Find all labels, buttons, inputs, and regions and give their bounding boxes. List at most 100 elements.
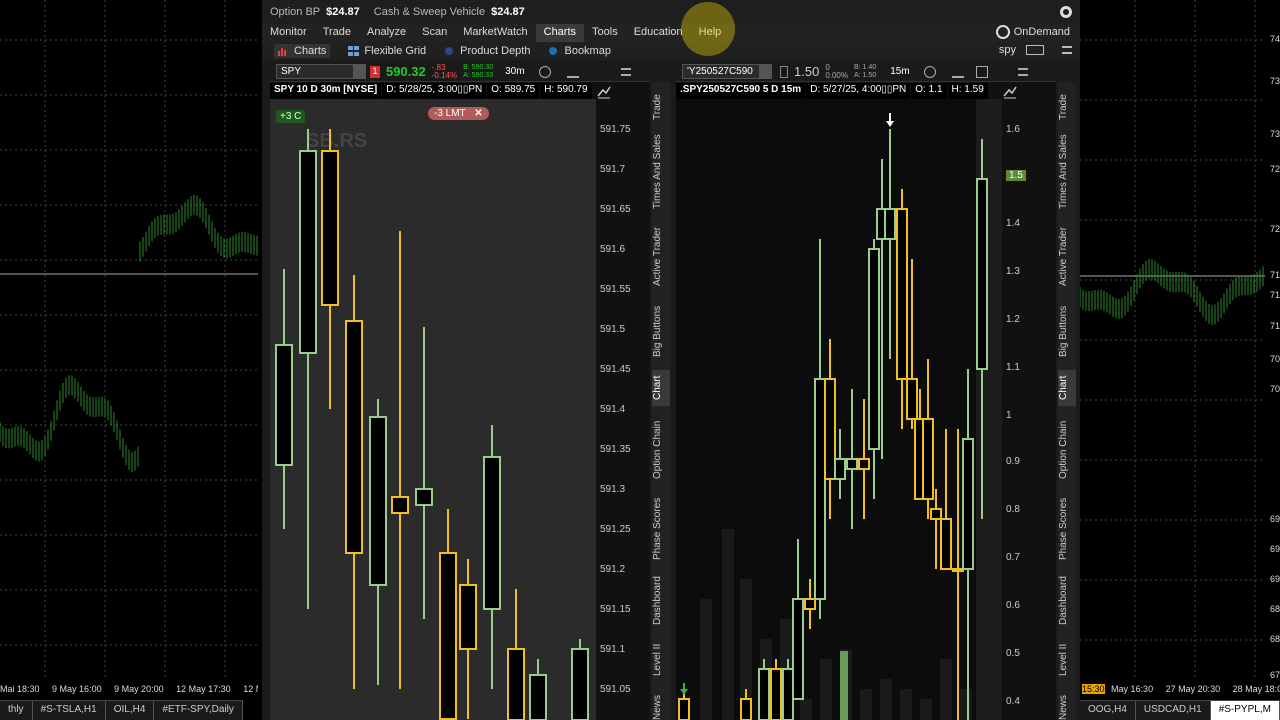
position-badge[interactable]: +3 C <box>276 110 306 123</box>
ondemand-button[interactable]: OnDemand <box>995 25 1070 39</box>
style-icon[interactable] <box>923 65 936 78</box>
side-tab-chart[interactable]: Chart <box>652 370 670 406</box>
symbol-text: 'Y250527C590 <box>687 66 753 77</box>
subtab-flexible-grid[interactable]: Flexible Grid <box>348 45 426 57</box>
volume-bar <box>800 699 812 720</box>
left-interval[interactable]: 30m <box>505 66 524 77</box>
chevron-down-icon[interactable] <box>759 65 771 78</box>
side-tab-phase-scores[interactable]: Phase Scores <box>1058 494 1076 564</box>
price-label: 591.35 <box>600 444 631 455</box>
side-tab-option-chain[interactable]: Option Chain <box>652 414 670 486</box>
left-symbol-selector[interactable]: SPY <box>276 64 366 79</box>
workspace-symbol[interactable]: spy <box>999 44 1016 56</box>
subnav-right-tools: spy <box>999 44 1072 56</box>
side-tab-times-and-sales[interactable]: Times And Sales <box>1058 132 1076 212</box>
menu-icon[interactable] <box>620 67 631 76</box>
chart-tab[interactable]: USDCAD,H1 <box>1136 701 1211 720</box>
bar-high: H: 1.59 <box>947 83 988 99</box>
nav-monitor[interactable]: Monitor <box>262 24 315 42</box>
nav-scan[interactable]: Scan <box>414 24 455 42</box>
left-ask: A: 590.33 <box>463 71 494 79</box>
side-tab-dashboard[interactable]: Dashboard <box>652 572 670 630</box>
chart-tab[interactable]: #ETF-SPY,Daily <box>154 701 243 720</box>
volume-bar <box>900 689 912 720</box>
subtab-charts[interactable]: Charts <box>274 44 331 58</box>
side-tab-chart[interactable]: Chart <box>1058 370 1076 406</box>
close-icon[interactable]: ✕ <box>474 108 482 119</box>
drawing-icon[interactable] <box>566 66 579 78</box>
price-label: 591.55 <box>600 284 631 295</box>
right-price-axis: 1.6 1.5 1.4 1.3 1.2 1.1 1 0.9 0.8 0.7 0.… <box>1002 100 1052 720</box>
side-tab-option-chain[interactable]: Option Chain <box>1058 414 1076 486</box>
side-tab-active-trader[interactable]: Active Trader <box>1058 222 1076 292</box>
subtab-bookmap[interactable]: Bookmap <box>548 45 611 57</box>
right-chart-info: .SPY250527C590 5 D 15m D: 5/27/25, 4:00▯… <box>676 83 989 99</box>
candle-body <box>439 552 457 720</box>
side-tab-level-ii[interactable]: Level II <box>1058 638 1076 682</box>
side-tab-news[interactable]: News <box>1058 690 1076 720</box>
lock-icon[interactable] <box>780 65 788 78</box>
right-interval[interactable]: 15m <box>890 66 909 77</box>
side-tab-news[interactable]: News <box>652 690 670 720</box>
bookmap-icon <box>549 47 558 55</box>
nav-analyze[interactable]: Analyze <box>359 24 414 42</box>
side-tab-dashboard[interactable]: Dashboard <box>1058 572 1076 630</box>
candle-body <box>507 648 525 720</box>
chart-tool-icon[interactable] <box>1002 84 1018 100</box>
price-label: 0.6 <box>1006 600 1020 611</box>
price-label: 68 <box>1269 634 1280 644</box>
mt4-left-grid <box>0 0 258 680</box>
studies-icon[interactable] <box>975 65 988 78</box>
link-icon[interactable]: 1 <box>370 65 380 78</box>
candle-body <box>740 698 752 720</box>
order-badge[interactable]: -3 LMT ✕ <box>428 107 489 120</box>
side-tab-active-trader[interactable]: Active Trader <box>652 222 670 292</box>
time-label: 28 May 18:00 <box>1232 684 1280 694</box>
nav-tools[interactable]: Tools <box>584 24 626 42</box>
volume-bar <box>860 689 872 720</box>
nav-marketwatch[interactable]: MarketWatch <box>455 24 535 42</box>
menu-icon[interactable] <box>1017 67 1028 76</box>
drawing-icon[interactable] <box>951 66 964 78</box>
gear-icon[interactable] <box>1060 6 1072 18</box>
right-symbol-selector[interactable]: 'Y250527C590 <box>682 64 772 79</box>
nav-charts[interactable]: Charts <box>535 24 585 42</box>
subtab-label: Flexible Grid <box>364 45 427 57</box>
side-tab-trade[interactable]: Trade <box>1058 90 1076 124</box>
chart-tab[interactable]: thly <box>0 701 33 720</box>
side-tab-big-buttons[interactable]: Big Buttons <box>1058 300 1076 362</box>
candle-body <box>868 248 880 450</box>
candle-body <box>896 208 908 380</box>
chart-tab[interactable]: #S-PYPL,M <box>1210 701 1280 720</box>
side-tab-phase-scores[interactable]: Phase Scores <box>652 494 670 564</box>
side-tab-trade[interactable]: Trade <box>652 90 670 124</box>
side-tab-level-ii[interactable]: Level II <box>652 638 670 682</box>
product-depth-icon <box>445 47 454 55</box>
style-icon[interactable] <box>538 65 551 78</box>
chart-tab[interactable]: OOG,H4 <box>1080 701 1136 720</box>
time-label: 12 May 17:30 <box>176 684 231 694</box>
mt4-left-chart: Mai 18:30 9 May 16:00 9 May 20:00 12 May… <box>0 0 258 720</box>
nav-trade[interactable]: Trade <box>315 24 359 42</box>
price-label: 591.3 <box>600 484 626 495</box>
price-label: 0.9 <box>1006 456 1020 467</box>
price-label: 591.05 <box>600 684 631 695</box>
chevron-down-icon[interactable] <box>353 65 365 78</box>
mt4-right-chart: 74 73 73 72 72 71 71 71 70 70 69 69 69 6… <box>1080 0 1280 720</box>
time-label: 9 May 16:00 <box>52 684 102 694</box>
price-label: 72 <box>1269 224 1280 234</box>
chart-tab[interactable]: #S-TSLA,H1 <box>33 701 106 720</box>
chart-tool-icon[interactable] <box>596 84 612 100</box>
price-label: 0.8 <box>1006 504 1020 515</box>
side-tab-big-buttons[interactable]: Big Buttons <box>652 300 670 362</box>
subtab-label: Bookmap <box>564 45 611 57</box>
volume-bar <box>960 689 972 720</box>
candle-body <box>770 668 782 720</box>
layout-icon[interactable] <box>1026 45 1044 55</box>
time-label: 9 May 20:00 <box>114 684 164 694</box>
side-tab-times-and-sales[interactable]: Times And Sales <box>652 132 670 212</box>
mt4-right-chart-tabs: OOG,H4 USDCAD,H1 #S-PYPL,M <box>1080 700 1280 720</box>
subtab-product-depth[interactable]: Product Depth <box>444 45 530 57</box>
chart-tab[interactable]: OIL,H4 <box>106 701 155 720</box>
menu-icon[interactable] <box>1062 46 1072 54</box>
